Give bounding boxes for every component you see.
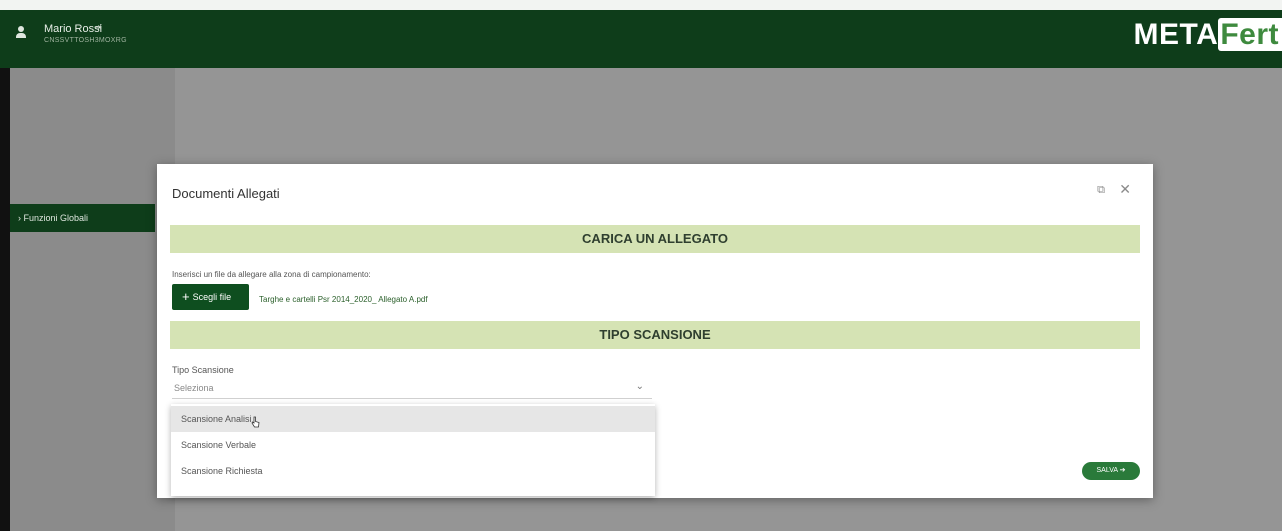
user-icon — [16, 26, 26, 40]
chevron-right-icon: › — [18, 213, 21, 223]
tipo-scansione-label: Tipo Scansione — [172, 365, 234, 375]
user-code: CNSSVTTOSH3MOXRG — [44, 37, 127, 44]
section-tipo-scansione: TIPO SCANSIONE — [170, 321, 1140, 349]
upload-hint: Inserisci un file da allegare alla zona … — [172, 270, 371, 279]
expand-icon[interactable]: ⧉ — [1097, 184, 1105, 197]
tipo-scansione-select[interactable]: Seleziona ⌄ — [172, 379, 652, 399]
choose-file-button[interactable]: + Scegli file — [172, 284, 249, 310]
select-value: Seleziona — [174, 383, 214, 393]
option-scansione-richiesta[interactable]: Scansione Richiesta — [171, 458, 655, 484]
app-header: Mario Rossi CNSSVTTOSH3MOXRG ⇥ METAFert — [0, 10, 1282, 68]
left-edge — [0, 68, 10, 531]
chevron-down-icon: ⌄ — [635, 381, 644, 392]
section-carica-allegato: CARICA UN ALLEGATO — [170, 225, 1140, 253]
plus-icon: + — [182, 289, 190, 304]
sidebar-item-funzioni-globali[interactable]: › Funzioni Globali — [10, 204, 155, 232]
option-scansione-analisi[interactable]: Scansione Analisi — [171, 406, 655, 432]
dialog-title: Documenti Allegati — [172, 186, 280, 201]
sidebar — [10, 68, 175, 531]
choose-file-label: Scegli file — [192, 292, 232, 302]
logout-icon[interactable]: ⇥ — [94, 22, 102, 33]
hand-cursor-icon — [251, 416, 260, 428]
tipo-scansione-options: Scansione Analisi Scansione Verbale Scan… — [171, 404, 655, 496]
app-logo: METAFert — [1134, 18, 1282, 52]
selected-file-name: Targhe e cartelli Psr 2014_2020_ Allegat… — [259, 295, 428, 304]
documenti-allegati-dialog: Documenti Allegati ⧉ ✕ CARICA UN ALLEGAT… — [157, 164, 1153, 498]
option-scansione-verbale[interactable]: Scansione Verbale — [171, 432, 655, 458]
sidebar-item-label: Funzioni Globali — [23, 213, 89, 223]
top-border — [0, 0, 1282, 10]
close-icon[interactable]: ✕ — [1119, 181, 1131, 198]
save-button[interactable]: SALVA ➔ — [1082, 462, 1140, 480]
